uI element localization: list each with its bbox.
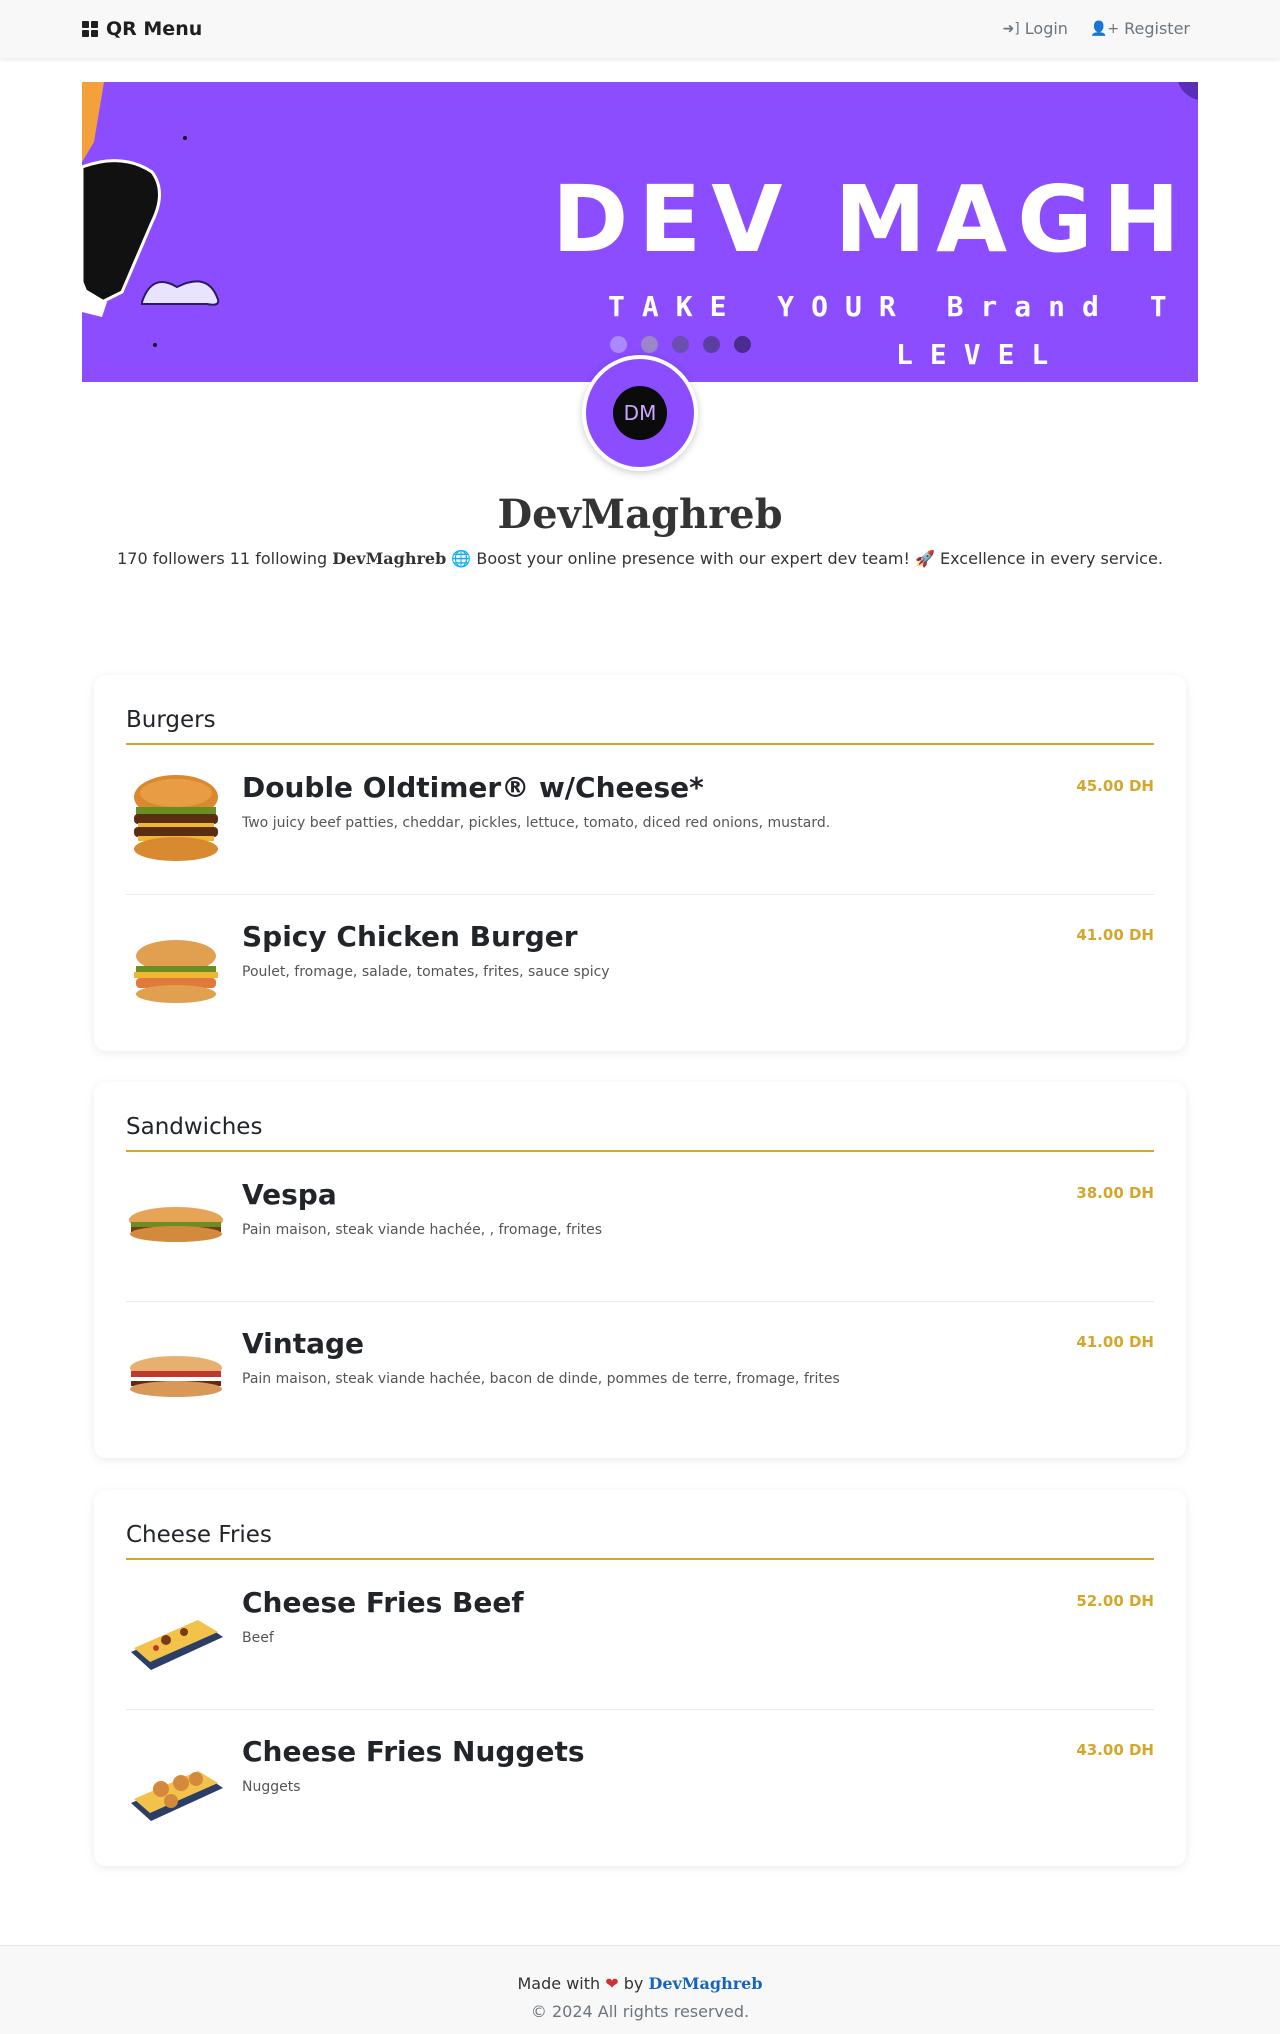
item-price: 41.00 DH xyxy=(1076,926,1154,944)
login-link[interactable]: ➜] Login xyxy=(1003,19,1068,38)
banner-illustration xyxy=(82,82,220,347)
profile-name: DevMaghreb xyxy=(497,491,783,538)
category-title: Cheese Fries xyxy=(126,1522,272,1548)
nav-links: ➜] Login 👤+ Register xyxy=(1003,19,1190,38)
sandwich-2-image xyxy=(126,1323,226,1423)
item-description: Beef xyxy=(242,1630,274,1646)
sandwich-image xyxy=(126,1174,226,1274)
item-name: Spicy Chicken Burger xyxy=(242,920,578,953)
item-price: 45.00 DH xyxy=(1076,777,1154,795)
item-name: Cheese Fries Beef xyxy=(242,1586,524,1619)
item-description: Nuggets xyxy=(242,1779,301,1795)
item-name: Vespa xyxy=(242,1178,337,1211)
menu-item[interactable]: Vespa Pain maison, steak viande hachée, ,… xyxy=(126,1152,1154,1302)
item-description: Two juicy beef patties, cheddar, pickles… xyxy=(242,815,831,831)
profile-bio: 170 followers 11 following DevMaghreb 🌐 … xyxy=(0,549,1280,568)
navbar: QR Menu ➜] Login 👤+ Register xyxy=(0,0,1280,58)
brand-label: QR Menu xyxy=(106,18,203,40)
category-card: Sandwiches Vespa Pain maison, steak viande… xyxy=(94,1082,1186,1458)
register-label: Register xyxy=(1124,19,1190,38)
footer-copyright: © 2024 All rights reserved. xyxy=(530,2002,750,2021)
item-price: 38.00 DH xyxy=(1076,1184,1154,1202)
item-name: Double Oldtimer® w/Cheese* xyxy=(242,771,704,804)
category-title: Sandwiches xyxy=(126,1114,263,1140)
item-price: 43.00 DH xyxy=(1076,1741,1154,1759)
fries-nuggets-image xyxy=(126,1731,226,1831)
carousel-dot[interactable] xyxy=(672,336,689,353)
carousel-dot[interactable] xyxy=(703,336,720,353)
double-burger-image xyxy=(126,767,226,867)
carousel-indicators xyxy=(610,336,751,353)
item-name: Vintage xyxy=(242,1327,365,1360)
profile-avatar: DM xyxy=(582,355,698,471)
category-title: Burgers xyxy=(126,707,216,733)
carousel-dot[interactable] xyxy=(610,336,627,353)
category-card: Burgers Double Oldtimer® w/Cheese* Two jui… xyxy=(94,675,1186,1051)
menu-item[interactable]: Spicy Chicken Burger Poulet, fromage, sal… xyxy=(126,894,1154,1044)
item-name: Cheese Fries Nuggets xyxy=(242,1735,585,1768)
banner-subtitle: TAKE YOUR Brand T xyxy=(608,290,1184,323)
menu-item[interactable]: Cheese Fries Beef Beef 52.00 DH xyxy=(126,1560,1154,1710)
item-description: Pain maison, steak viande hachée, , from… xyxy=(242,1222,603,1238)
footer-by: by xyxy=(623,1974,644,1993)
bio-name: DevMaghreb xyxy=(332,549,447,568)
qr-code-icon xyxy=(82,21,98,37)
register-link[interactable]: 👤+ Register xyxy=(1090,19,1190,38)
item-description: Pain maison, steak viande hachée, bacon … xyxy=(242,1371,840,1387)
cover-banner: DEV MAGHRE TAKE YOUR Brand T LEVEL xyxy=(82,82,1198,382)
banner-corner-shape xyxy=(1178,82,1198,100)
item-price: 52.00 DH xyxy=(1076,1592,1154,1610)
avatar-logo: DM xyxy=(613,386,667,440)
item-divider xyxy=(126,894,1154,895)
carousel-dot[interactable] xyxy=(734,336,751,353)
item-price: 41.00 DH xyxy=(1076,1333,1154,1351)
menu-item[interactable]: Double Oldtimer® w/Cheese* Two juicy beef… xyxy=(126,745,1154,895)
sign-in-icon: ➜] xyxy=(1002,20,1020,37)
fries-beef-image xyxy=(126,1582,226,1682)
item-divider xyxy=(126,1301,1154,1302)
heart-icon: ❤ xyxy=(605,1974,619,1993)
category-card: Cheese Fries Cheese Fries Beef Beef 52.00 D… xyxy=(94,1490,1186,1866)
footer-author-link[interactable]: DevMaghreb xyxy=(648,1974,762,1993)
item-description: Poulet, fromage, salade, tomates, frites… xyxy=(242,964,610,980)
carousel-dot[interactable] xyxy=(641,336,658,353)
menu-item[interactable]: Vintage Pain maison, steak viande hachée,… xyxy=(126,1301,1154,1451)
banner-title: DEV MAGHRE xyxy=(552,166,1198,273)
item-divider xyxy=(126,1709,1154,1710)
bio-stats: 170 followers 11 following xyxy=(117,549,328,568)
user-plus-icon: 👤+ xyxy=(1089,20,1120,37)
footer: Made with ❤ by DevMaghreb © 2024 All rig… xyxy=(0,1945,1280,2034)
footer-made-with: Made with xyxy=(517,1974,601,1993)
chicken-burger-image xyxy=(126,916,226,1016)
login-label: Login xyxy=(1024,19,1068,38)
brand-link[interactable]: QR Menu xyxy=(82,18,202,40)
menu-item[interactable]: Cheese Fries Nuggets Nuggets 43.00 DH xyxy=(126,1709,1154,1859)
footer-credit: Made with ❤ by DevMaghreb xyxy=(0,1974,1280,1993)
bio-text: 🌐 Boost your online presence with our ex… xyxy=(451,549,1163,568)
banner-subtitle-2: LEVEL xyxy=(896,338,1066,371)
